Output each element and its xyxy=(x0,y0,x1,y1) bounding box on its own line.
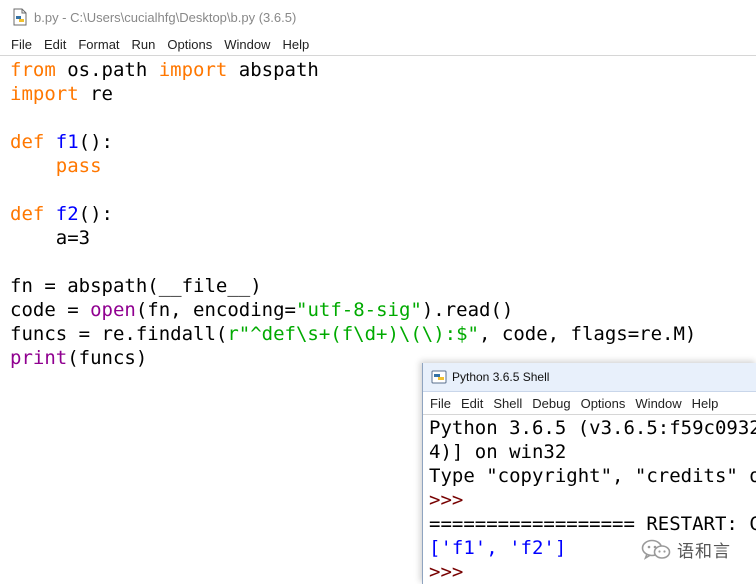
watermark: 语和言 xyxy=(641,537,731,562)
shell-line: >>> xyxy=(429,488,756,512)
code-line: pass xyxy=(10,154,756,178)
shell-token: >>> xyxy=(429,561,475,583)
shell-menu-options[interactable]: Options xyxy=(581,396,626,411)
shell-line: 4)] on win32 xyxy=(429,440,756,464)
code-token: (): xyxy=(78,131,113,153)
code-line: code = open(fn, encoding="utf-8-sig").re… xyxy=(10,298,756,322)
editor-menu-window[interactable]: Window xyxy=(224,37,270,52)
code-token: (): xyxy=(78,203,113,225)
code-line: fn = abspath(__file__) xyxy=(10,274,756,298)
code-line: def f1(): xyxy=(10,130,756,154)
code-token: f1 xyxy=(55,131,79,153)
code-token: (funcs) xyxy=(67,347,148,369)
wechat-icon xyxy=(641,539,671,561)
python-file-icon xyxy=(12,8,28,26)
editor-menu-format[interactable]: Format xyxy=(78,37,119,52)
shell-token: >>> xyxy=(429,489,475,511)
code-token: import xyxy=(10,83,79,105)
shell-token: ================== RESTART: C xyxy=(429,513,756,535)
code-line: a=3 xyxy=(10,226,756,250)
shell-line: Type "copyright", "credits" o xyxy=(429,464,756,488)
shell-title: Python 3.6.5 Shell xyxy=(452,370,550,384)
code-token: code = xyxy=(10,299,91,321)
code-token: funcs = re.findall( xyxy=(10,323,228,345)
shell-menu-edit[interactable]: Edit xyxy=(461,396,483,411)
python-shell-icon xyxy=(431,369,447,385)
code-token: print xyxy=(10,347,68,369)
code-token: abspath xyxy=(227,59,319,81)
shell-token: ['f1', 'f2'] xyxy=(429,537,567,559)
shell-titlebar[interactable]: Python 3.6.5 Shell xyxy=(423,363,756,392)
editor-title: b.py - C:\Users\cucialhfg\Desktop\b.py (… xyxy=(34,9,297,25)
code-token: import xyxy=(158,59,228,81)
code-line: from os.path import abspath xyxy=(10,58,756,82)
code-token: a=3 xyxy=(10,227,91,249)
code-token: r"^def\s+(f\d+)\(\):$" xyxy=(227,323,480,345)
code-token: re xyxy=(78,83,113,105)
shell-line: >>> xyxy=(429,560,756,584)
shell-menu-help[interactable]: Help xyxy=(692,396,719,411)
editor-menu-run[interactable]: Run xyxy=(132,37,156,52)
shell-token: Python 3.6.5 (v3.6.5:f59c0932 xyxy=(429,417,756,439)
editor-menu-options[interactable]: Options xyxy=(167,37,212,52)
code-line: funcs = re.findall(r"^def\s+(f\d+)\(\):$… xyxy=(10,322,756,346)
shell-menubar: File Edit Shell Debug Options Window Help xyxy=(423,392,756,415)
code-line: def f2(): xyxy=(10,202,756,226)
shell-menu-shell[interactable]: Shell xyxy=(493,396,522,411)
code-token: fn = abspath(__file__) xyxy=(10,275,262,297)
shell-line: Python 3.6.5 (v3.6.5:f59c0932 xyxy=(429,416,756,440)
shell-line: ================== RESTART: C xyxy=(429,512,756,536)
code-token: def xyxy=(10,203,45,225)
code-token: pass xyxy=(55,155,102,177)
editor-menu-edit[interactable]: Edit xyxy=(44,37,66,52)
watermark-text: 语和言 xyxy=(677,542,731,561)
code-token: ).read() xyxy=(421,299,514,321)
code-token: from xyxy=(10,59,56,81)
shell-menu-file[interactable]: File xyxy=(430,396,451,411)
code-editor[interactable]: from os.path import abspath import re def … xyxy=(10,58,756,370)
code-token: def xyxy=(10,131,45,153)
editor-menubar: File Edit Format Run Options Window Help xyxy=(0,34,756,56)
shell-menu-debug[interactable]: Debug xyxy=(532,396,570,411)
code-token: os.path xyxy=(55,59,159,81)
shell-token: Type "copyright", "credits" o xyxy=(429,465,756,487)
code-token: , code, flags=re.M) xyxy=(479,323,697,345)
shell-menu-window[interactable]: Window xyxy=(635,396,681,411)
code-token: f2 xyxy=(55,203,79,225)
editor-menu-help[interactable]: Help xyxy=(282,37,309,52)
code-token: open xyxy=(90,299,136,321)
shell-token: 4)] on win32 xyxy=(429,441,567,463)
code-token: "utf-8-sig" xyxy=(296,299,422,321)
editor-titlebar[interactable]: b.py - C:\Users\cucialhfg\Desktop\b.py (… xyxy=(0,0,756,34)
code-token: (fn, encoding= xyxy=(135,299,296,321)
code-line: import re xyxy=(10,82,756,106)
editor-menu-file[interactable]: File xyxy=(11,37,32,52)
